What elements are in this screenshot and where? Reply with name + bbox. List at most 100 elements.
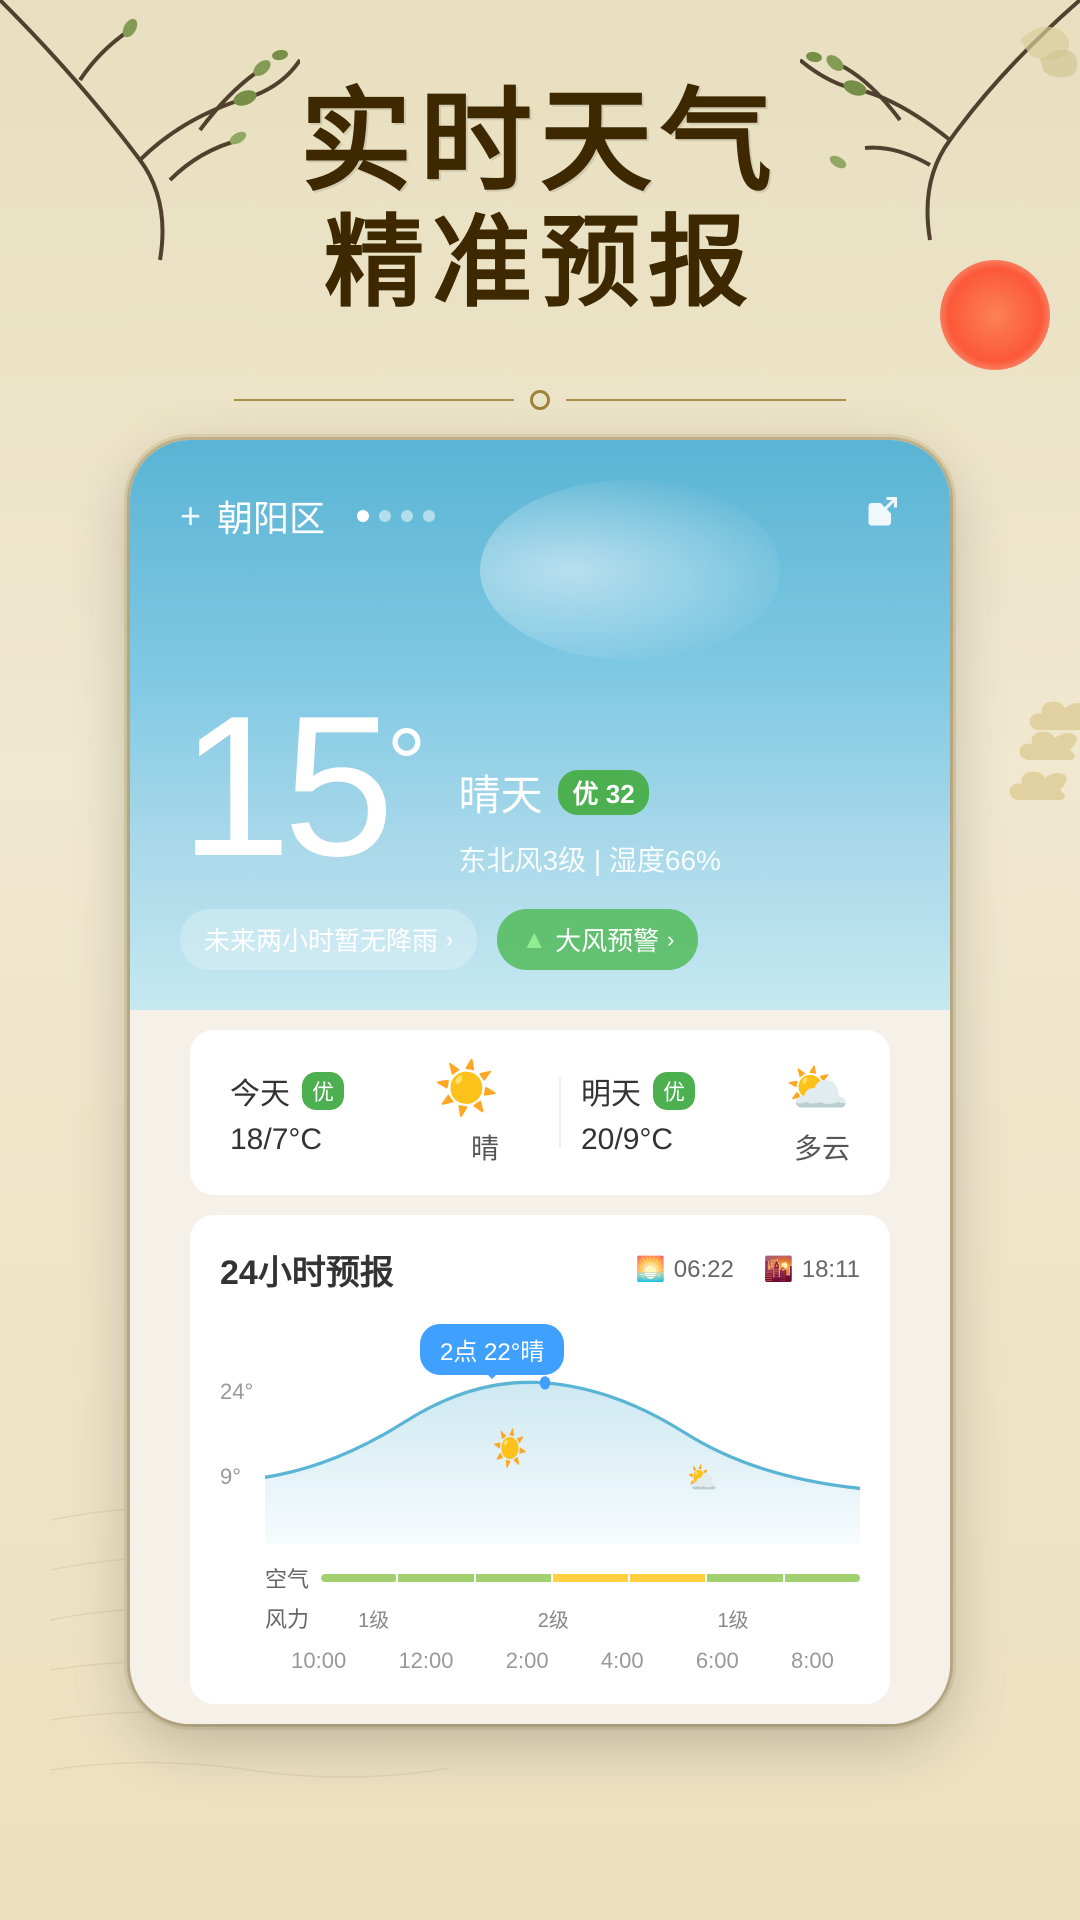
daily-forecast-card: 今天 优 18/7°C ☀️ 晴 明天 优 20/	[190, 1030, 890, 1195]
header-left: + 朝阳区	[180, 490, 435, 542]
sunset-time: 🌇 18:11	[764, 1255, 860, 1284]
air-quality-bar	[321, 1574, 860, 1582]
wind-row-label: 风力	[265, 1602, 309, 1634]
chart-svg: ☀️ ⛅	[265, 1344, 860, 1544]
time-2: 12:00	[398, 1648, 453, 1674]
today-right: ☀️ 晴	[434, 1058, 499, 1167]
page-dots	[357, 510, 435, 522]
tomorrow-condition: 多云	[794, 1127, 850, 1167]
sunrise-value: 06:22	[674, 1256, 734, 1284]
air-quality-label: 空气	[265, 1562, 309, 1594]
aq-seg-4	[553, 1574, 628, 1582]
svg-text:⛅: ⛅	[687, 1461, 718, 1495]
tomorrow-weather-icon: ⛅	[785, 1058, 850, 1119]
y-label-low: 9°	[220, 1464, 241, 1490]
sunrise-time: 🌅 06:22	[636, 1255, 734, 1284]
dot-1[interactable]	[357, 510, 369, 522]
dot-4[interactable]	[423, 510, 435, 522]
wind-alert-text: 大风预警	[555, 921, 659, 958]
aq-seg-1	[321, 1574, 396, 1582]
aqi-label: 优	[572, 779, 598, 809]
aq-seg-2	[398, 1574, 473, 1582]
rain-alert-arrow: ›	[446, 927, 453, 953]
cloud-deco-right	[1000, 700, 1080, 820]
alert-buttons: 未来两小时暂无降雨 › ▲ 大风预警 ›	[180, 909, 900, 970]
share-button[interactable]	[864, 494, 900, 539]
weather-type: 晴天	[458, 762, 542, 823]
time-1: 10:00	[291, 1648, 346, 1674]
sunrise-icon: 🌅	[636, 1255, 666, 1284]
wind-alert-arrow: ›	[667, 927, 674, 953]
aq-seg-6	[707, 1574, 782, 1582]
divider-decoration	[234, 390, 846, 410]
wind-5: 1级	[717, 1604, 748, 1633]
tomorrow-label: 明天	[581, 1069, 641, 1113]
degree-symbol: °	[386, 722, 418, 807]
aqi-badge: 优 32	[558, 770, 648, 815]
tomorrow-badge: 优	[653, 1072, 695, 1110]
sky-clouds	[480, 480, 780, 660]
svg-text:☀️: ☀️	[493, 1427, 528, 1469]
daily-forecast-wrapper: 今天 优 18/7°C ☀️ 晴 明天 优 20/	[130, 1030, 950, 1704]
tomorrow-temp: 20/9°C	[581, 1123, 785, 1157]
weather-info: 晴天 优 32 东北风3级 | 湿度66%	[458, 702, 720, 879]
today-forecast: 今天 优 18/7°C	[230, 1069, 434, 1157]
rain-alert-text: 未来两小时暂无降雨	[204, 921, 438, 958]
add-location-button[interactable]: +	[180, 495, 201, 537]
today-label-row: 今天 优	[230, 1069, 434, 1113]
forecast-header: 24小时预报 🌅 06:22 🌇 18:11	[220, 1245, 860, 1294]
sunset-icon: 🌇	[764, 1255, 794, 1284]
wind-3: 2级	[538, 1604, 569, 1633]
title-line1: 实时天气	[0, 80, 1080, 203]
today-label: 今天	[230, 1069, 290, 1113]
temp-value: 15	[180, 675, 386, 898]
location-name: 朝阳区	[217, 490, 325, 542]
today-weather-icon: ☀️	[434, 1058, 499, 1119]
temperature-section: 15° 晴天 优 32 东北风3级 | 湿度66%	[180, 702, 900, 879]
aqi-value: 32	[606, 779, 635, 809]
forecast-title: 24小时预报	[220, 1245, 394, 1294]
wind-levels: 1级 2级 1级	[321, 1604, 860, 1633]
aq-seg-7	[785, 1574, 860, 1582]
sky-section: + 朝阳区	[130, 440, 950, 1010]
phone-mockup: + 朝阳区	[130, 440, 950, 1724]
time-6: 8:00	[791, 1648, 834, 1674]
divider-line-right	[566, 399, 846, 401]
today-badge: 优	[302, 1072, 344, 1110]
wind-icon: ▲	[521, 924, 547, 955]
temperature-chart: 2点 22°晴 24° 9°	[220, 1324, 860, 1684]
weather-type-row: 晴天 优 32	[458, 762, 720, 823]
temperature-display: 15°	[180, 702, 418, 872]
wind-info: 东北风3级	[458, 845, 586, 876]
weather-app: + 朝阳区	[130, 440, 950, 1724]
time-3: 2:00	[506, 1648, 549, 1674]
time-labels: 10:00 12:00 2:00 4:00 6:00 8:00	[265, 1648, 860, 1674]
air-quality-row: 空气	[265, 1562, 860, 1594]
wind-row: 风力 1级 2级 1级	[265, 1602, 860, 1634]
sunset-value: 18:11	[802, 1256, 860, 1284]
dot-3[interactable]	[401, 510, 413, 522]
wind-humidity-info: 东北风3级 | 湿度66%	[458, 839, 720, 879]
today-temp: 18/7°C	[230, 1123, 434, 1157]
hero-title-section: 实时天气 精准预报	[0, 80, 1080, 323]
aq-seg-5	[630, 1574, 705, 1582]
y-low-value: 9°	[220, 1464, 241, 1489]
tomorrow-forecast: 明天 优 20/9°C	[581, 1069, 785, 1157]
humidity-info: 湿度66%	[609, 845, 721, 876]
tomorrow-label-row: 明天 优	[581, 1069, 785, 1113]
time-5: 6:00	[696, 1648, 739, 1674]
rain-alert-button[interactable]: 未来两小时暂无降雨 ›	[180, 909, 477, 970]
hourly-forecast-section: 24小时预报 🌅 06:22 🌇 18:11	[190, 1215, 890, 1704]
tomorrow-right: ⛅ 多云	[785, 1058, 850, 1167]
today-condition: 晴	[471, 1127, 499, 1167]
divider-circle	[530, 390, 550, 410]
wind-alert-button[interactable]: ▲ 大风预警 ›	[497, 909, 698, 970]
y-label-high: 24°	[220, 1379, 253, 1405]
divider-line-left	[234, 399, 514, 401]
y-high-value: 24°	[220, 1379, 253, 1404]
daily-divider	[559, 1078, 561, 1148]
wind-1: 1级	[358, 1604, 389, 1633]
sun-times: 🌅 06:22 🌇 18:11	[636, 1255, 860, 1284]
dot-2[interactable]	[379, 510, 391, 522]
time-4: 4:00	[601, 1648, 644, 1674]
